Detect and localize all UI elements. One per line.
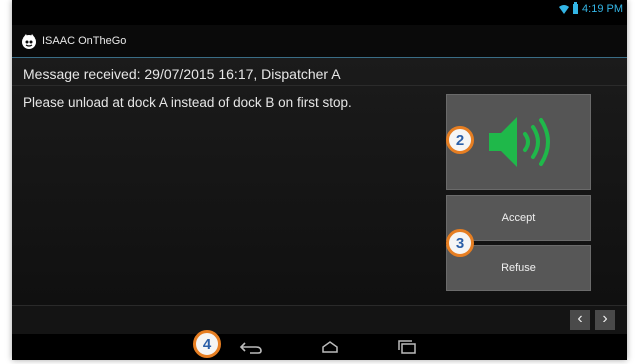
recent-apps-icon[interactable]: [394, 339, 420, 355]
system-nav-bar: [12, 334, 627, 360]
status-indicators: 4:19 PM: [559, 2, 623, 15]
status-time: 4:19 PM: [582, 3, 623, 15]
callout-marker-4: 4: [193, 330, 221, 358]
back-icon[interactable]: [238, 339, 264, 355]
app-title: ISAAC OnTheGo: [42, 35, 127, 47]
previous-message-button[interactable]: ‹: [570, 310, 590, 330]
callout-marker-3: 3: [446, 229, 474, 257]
next-message-button[interactable]: ›: [595, 310, 615, 330]
message-panel: Message received: 29/07/2015 16:17, Disp…: [12, 58, 627, 305]
wifi-icon: [559, 4, 570, 14]
speaker-icon: [488, 117, 550, 167]
status-bar: 4:19 PM: [12, 0, 627, 25]
home-icon[interactable]: [317, 339, 343, 355]
action-bar: ISAAC OnTheGo: [12, 25, 627, 58]
tablet-screen: 4:19 PM ISAAC OnTheGo Message received: …: [12, 0, 627, 360]
message-body: Please unload at dock A instead of dock …: [23, 95, 352, 110]
pager-bar: ‹ ›: [12, 305, 627, 335]
message-header: Message received: 29/07/2015 16:17, Disp…: [23, 66, 341, 82]
app-logo-icon: [22, 34, 36, 49]
battery-icon: [573, 2, 579, 14]
callout-marker-2: 2: [446, 126, 474, 154]
divider: [12, 85, 627, 86]
